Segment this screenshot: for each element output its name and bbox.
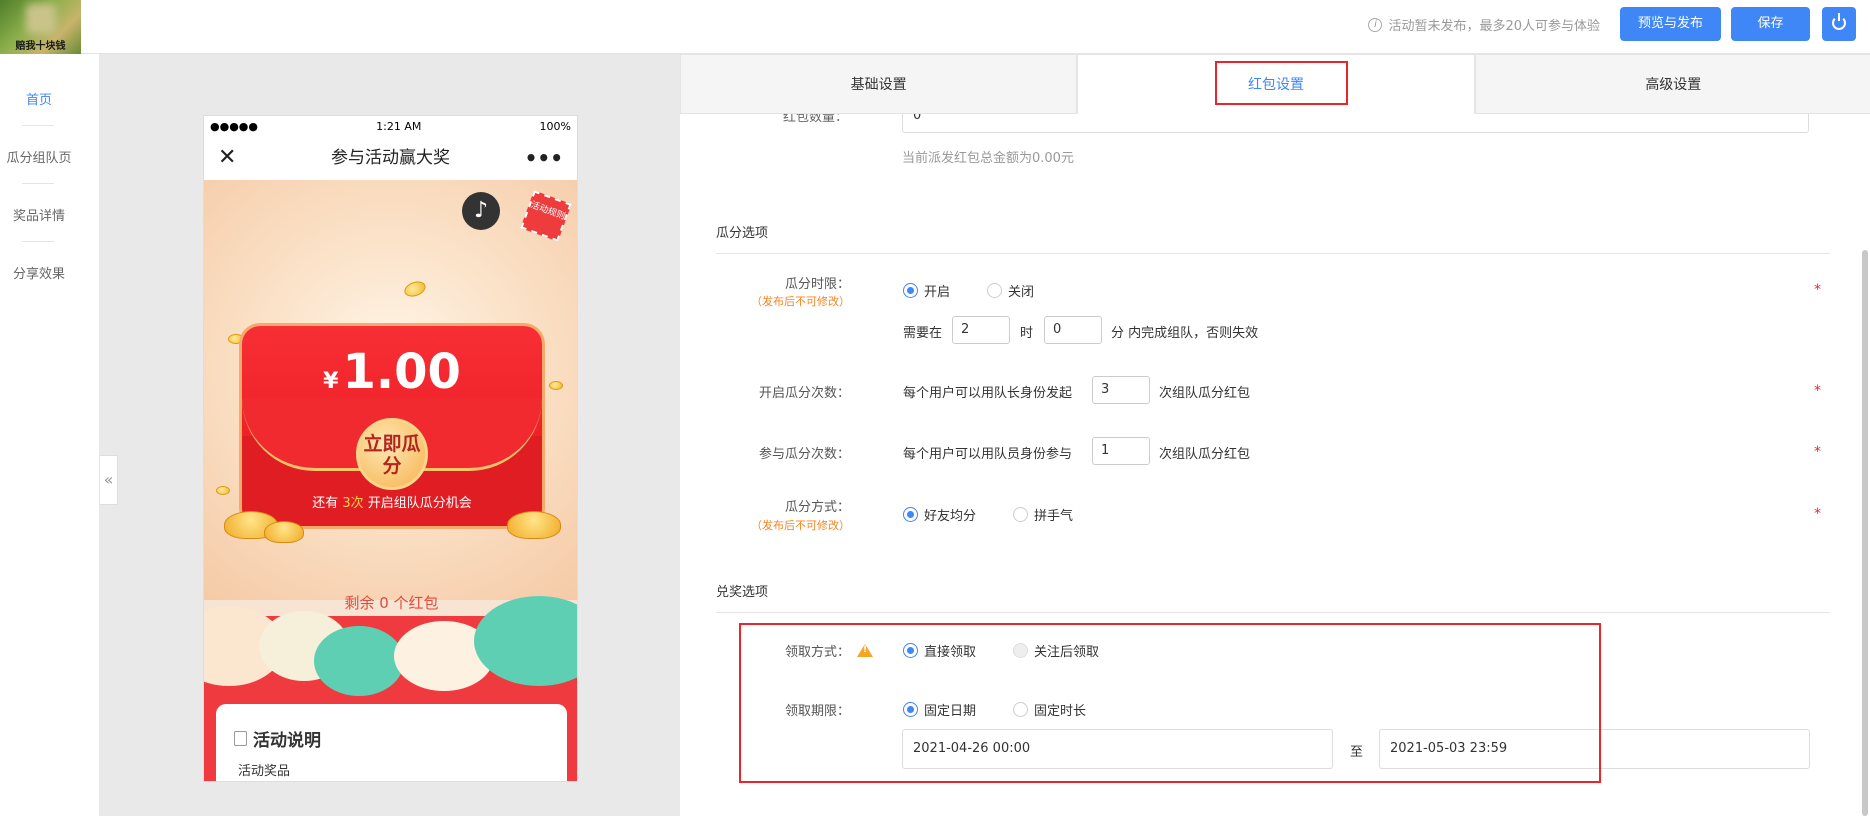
phone-status-bar: ●●●●● 1:21 AM 100% [204,116,577,136]
info-icon: i [1368,17,1383,32]
scrollbar[interactable] [1862,250,1868,816]
card-subtitle: 活动奖品 [238,764,291,779]
time-limit-label: 瓜分时限： [784,277,850,292]
battery-level: 100% [539,119,571,133]
cloud-shape [314,626,404,696]
radio-dot [903,283,918,298]
split-mode-label: 瓜分方式： [784,500,850,515]
radio-label: 好友均分 [924,509,977,524]
radio-label: 关闭 [1008,285,1035,300]
open-split-button[interactable]: 立即瓜分 [356,418,428,490]
join-count-label: 参与瓜分次数： [758,447,850,462]
split-mode-note: （发布后不可修改） [751,519,850,532]
publish-notice: i 活动暂未发布，最多20人可参与体验 [1368,15,1600,34]
remaining-chances: 还有 3次 开启组队瓜分机会 [242,492,542,511]
required-mark: * [1814,383,1821,399]
sidebar-item-home[interactable]: 首页 [0,89,78,108]
sidebar-item-share-effect[interactable]: 分享效果 [0,263,78,282]
join-count-prefix: 每个用户可以用队员身份参与 [903,447,1073,462]
card-title: 活动说明 [234,726,321,751]
tab-highlight-box [1215,61,1349,105]
time-limit-minutes-input[interactable]: 0 [1044,316,1102,344]
tab-advanced-settings[interactable]: 高级设置 [1474,54,1870,114]
tab-basic-settings[interactable]: 基础设置 [680,54,1078,114]
radio-label: 开启 [924,285,951,300]
join-count-input[interactable]: 1 [1092,437,1150,465]
join-count-suffix: 次组队瓜分红包 [1159,447,1251,462]
required-mark: * [1814,506,1821,522]
split-options-heading: 瓜分选项 [716,222,1830,254]
collapse-sidebar-button[interactable]: « [100,455,118,505]
open-count-input[interactable]: 3 [1092,376,1150,404]
envelope-amount: ¥1.00 [242,344,542,400]
logo-image [26,4,56,34]
more-icon[interactable]: ••• [525,136,563,180]
sidebar-item-prize-details[interactable]: 奖品详情 [0,205,78,224]
split-mode-even-radio[interactable]: 好友均分 [903,505,976,524]
chances-prefix: 还有 [312,496,343,511]
divider [22,125,54,126]
split-mode-luck-radio[interactable]: 拼手气 [1013,505,1073,524]
redeem-highlight-box [739,623,1601,783]
hours-unit: 时 [1020,326,1034,341]
chances-count: 3次 [342,496,364,511]
total-amount-hint: 当前派发红包总金额为0.00元 [902,151,1074,166]
preview-publish-button[interactable]: 预览与发布 [1620,7,1721,41]
redeem-options-heading: 兑奖选项 [716,581,1830,613]
open-count-prefix: 每个用户可以用队长身份发起 [903,386,1073,401]
exit-button[interactable] [1822,7,1856,41]
minutes-suffix: 分 内完成组队，否则失效 [1111,326,1259,341]
card-title-text: 活动说明 [253,731,321,751]
gold-ingot-icon [507,511,561,539]
divider [22,241,54,242]
save-button[interactable]: 保存 [1731,7,1810,41]
document-icon [234,731,247,746]
time-limit-on-radio[interactable]: 开启 [903,281,950,300]
logo-text: 赔我十块钱 [15,41,66,52]
close-icon[interactable]: ✕ [218,136,236,180]
coin-icon [549,381,563,390]
time-limit-note: （发布后不可修改） [751,295,850,308]
amount-value: 1.00 [342,344,461,400]
tab-red-envelope-settings[interactable]: 红包设置 [1077,54,1475,114]
settings-tabs: 基础设置 红包设置 高级设置 [680,54,1870,114]
open-count-label: 开启瓜分次数： [758,386,850,401]
top-bar: 赔我十块钱 i 活动暂未发布，最多20人可参与体验 预览与发布 保存 [0,0,1870,54]
gold-ingot-icon [264,521,304,543]
radio-dot [987,283,1002,298]
currency-symbol: ¥ [323,369,339,394]
phone-title-bar: ✕ 参与活动赢大奖 ••• [204,136,577,180]
time-limit-prefix: 需要在 [903,326,943,341]
remaining-envelopes: 剩余 0 个红包 [344,594,439,612]
status-time: 1:21 AM [376,119,422,133]
radio-dot [903,507,918,522]
divider [22,183,54,184]
radio-label: 拼手气 [1034,509,1074,524]
required-mark: * [1814,444,1821,460]
publish-notice-text: 活动暂未发布，最多20人可参与体验 [1388,19,1600,34]
coin-icon [216,486,230,495]
radio-dot [1013,507,1028,522]
phone-preview: ●●●●● 1:21 AM 100% ✕ 参与活动赢大奖 ••• ♪ 活动规则 … [203,115,578,782]
time-limit-hours-input[interactable]: 2 [952,316,1010,344]
music-icon[interactable]: ♪ [462,192,500,230]
signal-icon: ●●●●● [210,119,258,133]
activity-description-card: 活动说明 活动奖品 [216,704,567,781]
required-mark: * [1814,282,1821,298]
phone-page-title: 参与活动赢大奖 [331,148,450,168]
open-count-suffix: 次组队瓜分红包 [1159,386,1251,401]
power-icon [1832,13,1846,30]
chances-suffix: 开启组队瓜分机会 [363,496,472,511]
time-limit-off-radio[interactable]: 关闭 [987,281,1034,300]
page-sidebar: 首页 瓜分组队页 奖品详情 分享效果 [0,54,100,816]
activity-logo: 赔我十块钱 [0,0,81,54]
sidebar-item-team-page[interactable]: 瓜分组队页 [0,147,78,166]
